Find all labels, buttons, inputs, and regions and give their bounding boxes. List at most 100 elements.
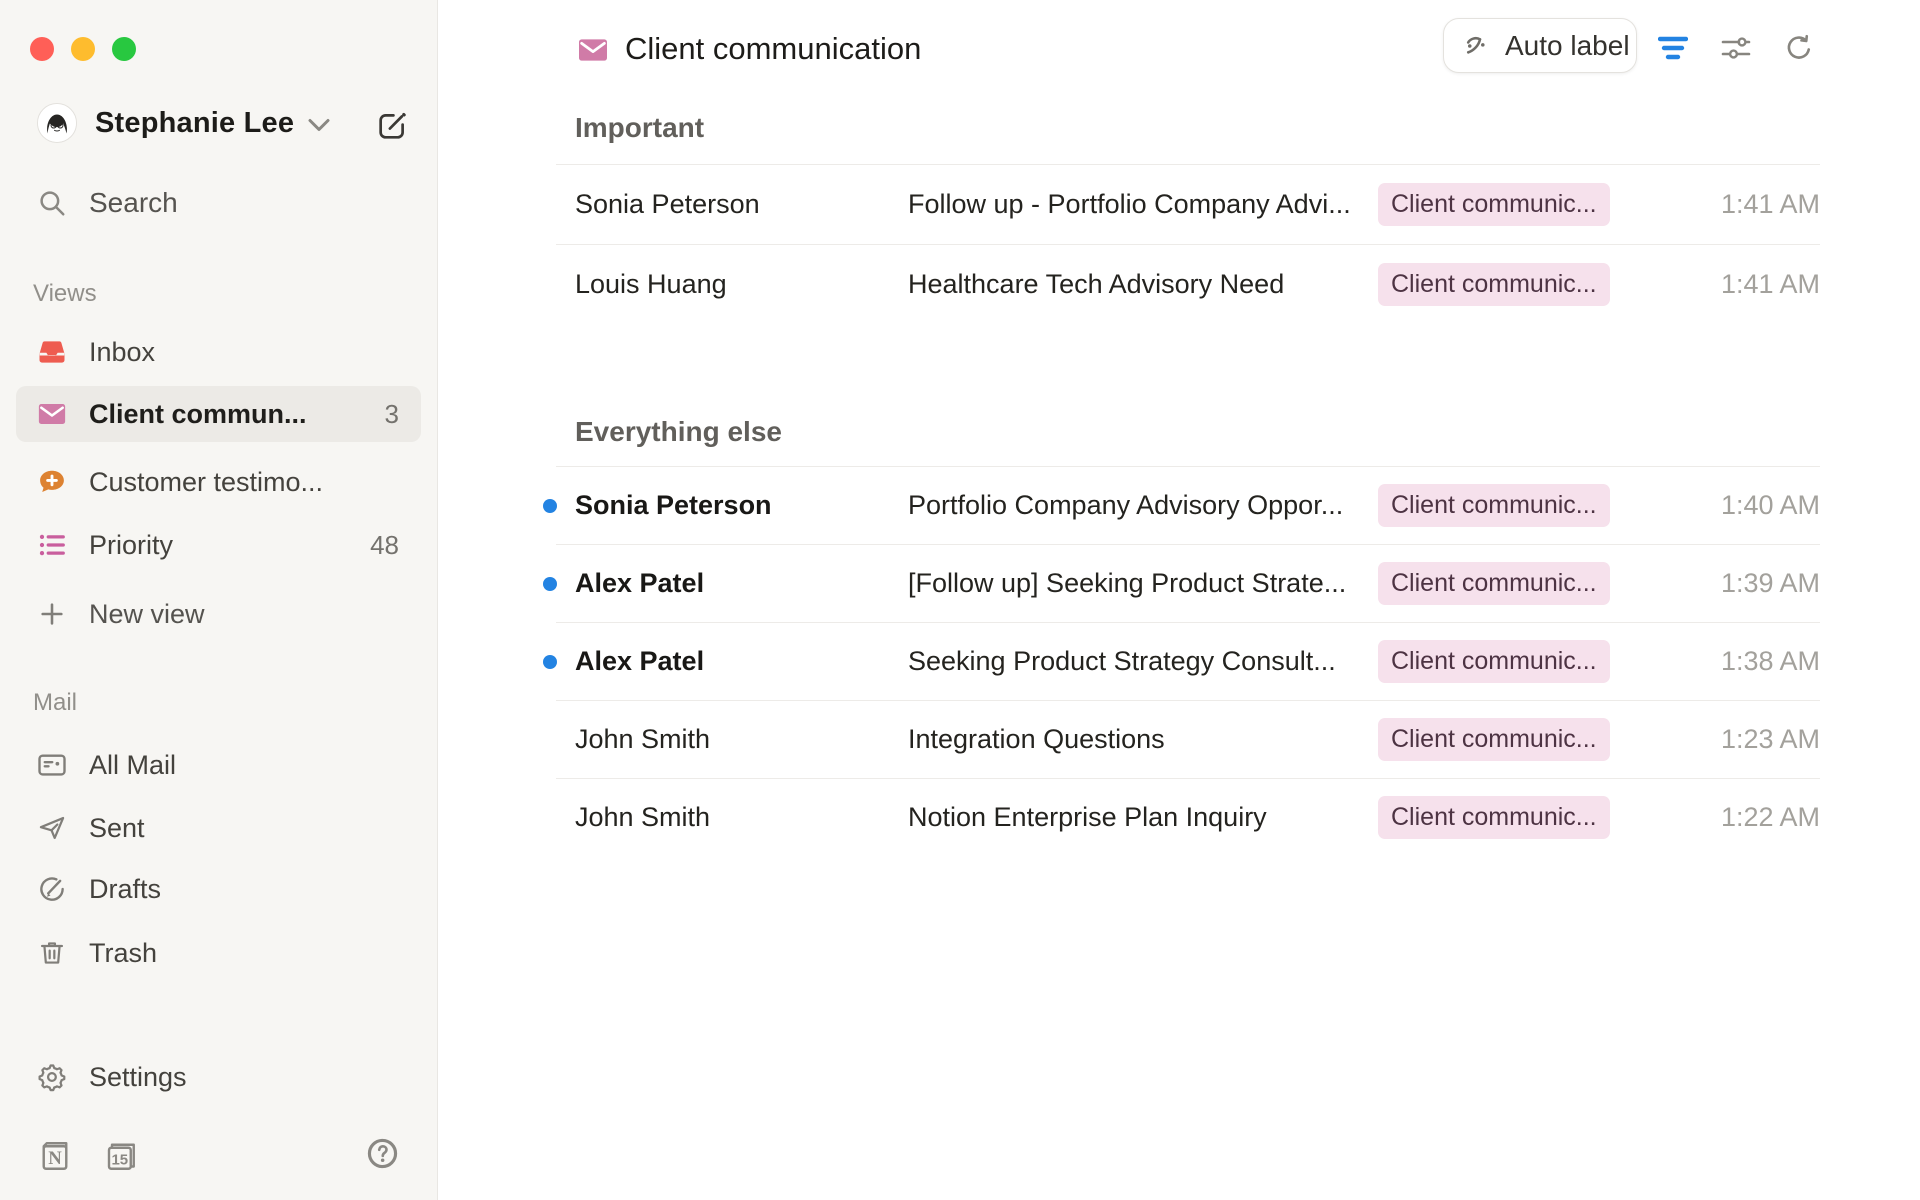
sidebar-item-all-mail[interactable]: All Mail (16, 737, 421, 793)
refresh-button[interactable] (1782, 31, 1816, 65)
sidebar-item-label: Trash (89, 938, 157, 969)
email-subject: Portfolio Company Advisory Oppor... (908, 490, 1378, 521)
sidebar-item-new-view[interactable]: New view (16, 586, 421, 642)
label-chip[interactable]: Client communic... (1378, 640, 1610, 683)
label-chip[interactable]: Client communic... (1378, 796, 1610, 839)
label-chip[interactable]: Client communic... (1378, 484, 1610, 527)
inbox-icon (37, 337, 67, 367)
sidebar-item-sent[interactable]: Sent (16, 800, 421, 856)
account-switcher[interactable]: Stephanie Lee (37, 103, 330, 143)
display-options-button[interactable] (1719, 31, 1753, 65)
window-controls (30, 37, 136, 61)
email-time: 1:39 AM (1721, 568, 1820, 599)
help-button[interactable] (366, 1137, 399, 1170)
search-icon (37, 188, 67, 218)
all-mail-icon (37, 750, 67, 780)
views-section-label: Views (33, 280, 97, 308)
sidebar-item-client-communication[interactable]: Client commun... 3 (16, 386, 421, 442)
sidebar-item-priority[interactable]: Priority 48 (16, 517, 421, 573)
email-sender: Sonia Peterson (556, 490, 908, 521)
label-chip[interactable]: Client communic... (1378, 562, 1610, 605)
unread-dot (543, 655, 557, 669)
sidebar-item-label: Settings (89, 1062, 187, 1093)
avatar (37, 103, 77, 143)
count-badge: 48 (370, 530, 399, 561)
auto-label-button-label: Auto label (1505, 30, 1630, 62)
important-email-list: Sonia Peterson Follow up - Portfolio Com… (556, 164, 1820, 324)
email-sender: John Smith (556, 724, 908, 755)
notion-app-icon[interactable]: N (37, 1138, 73, 1174)
email-time: 1:41 AM (1721, 269, 1820, 300)
email-time: 1:41 AM (1721, 189, 1820, 220)
label-chip[interactable]: Client communic... (1378, 183, 1610, 226)
email-row[interactable]: Sonia Peterson Portfolio Company Advisor… (556, 466, 1820, 544)
filter-button[interactable] (1656, 31, 1690, 65)
draft-icon (37, 874, 67, 904)
sidebar-item-label: Client commun... (89, 399, 307, 430)
auto-label-button[interactable]: Auto label (1443, 18, 1637, 73)
everything-else-email-list: Sonia Peterson Portfolio Company Advisor… (556, 466, 1820, 856)
email-subject: Notion Enterprise Plan Inquiry (908, 802, 1378, 833)
label-chip[interactable]: Client communic... (1378, 263, 1610, 306)
notion-calendar-icon[interactable]: 15 (103, 1138, 139, 1174)
question-mark-icon (366, 1137, 399, 1170)
filter-icon (1658, 35, 1688, 61)
page-title: Client communication (625, 31, 921, 67)
email-row[interactable]: Sonia Peterson Follow up - Portfolio Com… (556, 164, 1820, 244)
search-input[interactable]: Search (16, 175, 421, 231)
email-sender: Sonia Peterson (556, 189, 908, 220)
email-subject: Follow up - Portfolio Company Advi... (908, 189, 1378, 220)
compose-icon (375, 109, 409, 143)
trash-icon (37, 938, 67, 968)
unread-count-badge: 3 (385, 399, 399, 430)
envelope-icon (37, 399, 67, 429)
sidebar-item-label: Inbox (89, 337, 155, 368)
sidebar-item-label: New view (89, 599, 205, 630)
close-window-button[interactable] (30, 37, 54, 61)
email-time: 1:23 AM (1721, 724, 1820, 755)
email-row[interactable]: Alex Patel [Follow up] Seeking Product S… (556, 544, 1820, 622)
email-row[interactable]: John Smith Notion Enterprise Plan Inquir… (556, 778, 1820, 856)
svg-text:15: 15 (111, 1151, 128, 1168)
mail-list-pane: Client communication Auto label (438, 0, 1920, 1200)
email-row[interactable]: Louis Huang Healthcare Tech Advisory Nee… (556, 244, 1820, 324)
auto-label-icon (1459, 29, 1493, 63)
gear-icon (37, 1062, 67, 1092)
chat-plus-icon (37, 467, 67, 497)
sidebar-item-settings[interactable]: Settings (16, 1049, 421, 1105)
user-name: Stephanie Lee (95, 107, 294, 140)
unread-dot (543, 499, 557, 513)
email-sender: John Smith (556, 802, 908, 833)
email-sender: Alex Patel (556, 646, 908, 677)
email-subject: Seeking Product Strategy Consult... (908, 646, 1378, 677)
priority-list-icon (37, 530, 67, 560)
sliders-icon (1721, 35, 1751, 61)
compose-button[interactable] (372, 106, 412, 146)
email-row[interactable]: John Smith Integration Questions Client … (556, 700, 1820, 778)
sidebar-item-inbox[interactable]: Inbox (16, 324, 421, 380)
view-envelope-icon (577, 34, 609, 66)
sidebar: Stephanie Lee Search Views Inbox (0, 0, 438, 1200)
email-subject: Integration Questions (908, 724, 1378, 755)
sidebar-item-label: All Mail (89, 750, 176, 781)
sidebar-item-label: Priority (89, 530, 173, 561)
section-title-everything-else: Everything else (575, 416, 782, 448)
minimize-window-button[interactable] (71, 37, 95, 61)
mail-section-label: Mail (33, 689, 77, 717)
sidebar-item-customer-testimonials[interactable]: Customer testimo... (16, 454, 421, 510)
sidebar-item-trash[interactable]: Trash (16, 925, 421, 981)
email-row[interactable]: Alex Patel Seeking Product Strategy Cons… (556, 622, 1820, 700)
email-subject: Healthcare Tech Advisory Need (908, 269, 1378, 300)
section-title-important: Important (575, 112, 704, 144)
label-chip[interactable]: Client communic... (1378, 718, 1610, 761)
email-sender: Alex Patel (556, 568, 908, 599)
email-sender: Louis Huang (556, 269, 908, 300)
sidebar-item-label: Customer testimo... (89, 467, 323, 498)
zoom-window-button[interactable] (112, 37, 136, 61)
email-subject: [Follow up] Seeking Product Strate... (908, 568, 1378, 599)
sidebar-item-drafts[interactable]: Drafts (16, 861, 421, 917)
sidebar-item-label: Sent (89, 813, 145, 844)
email-time: 1:38 AM (1721, 646, 1820, 677)
sidebar-item-label: Drafts (89, 874, 161, 905)
svg-text:N: N (48, 1148, 62, 1169)
